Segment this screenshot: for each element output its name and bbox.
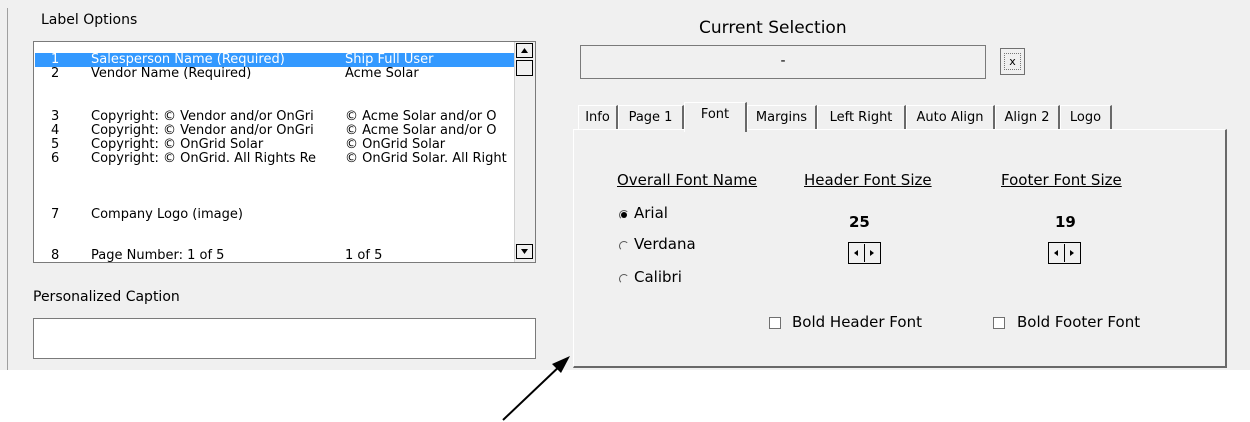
annotation-arrow-icon — [502, 356, 570, 421]
tab-font[interactable]: Font — [684, 102, 747, 132]
